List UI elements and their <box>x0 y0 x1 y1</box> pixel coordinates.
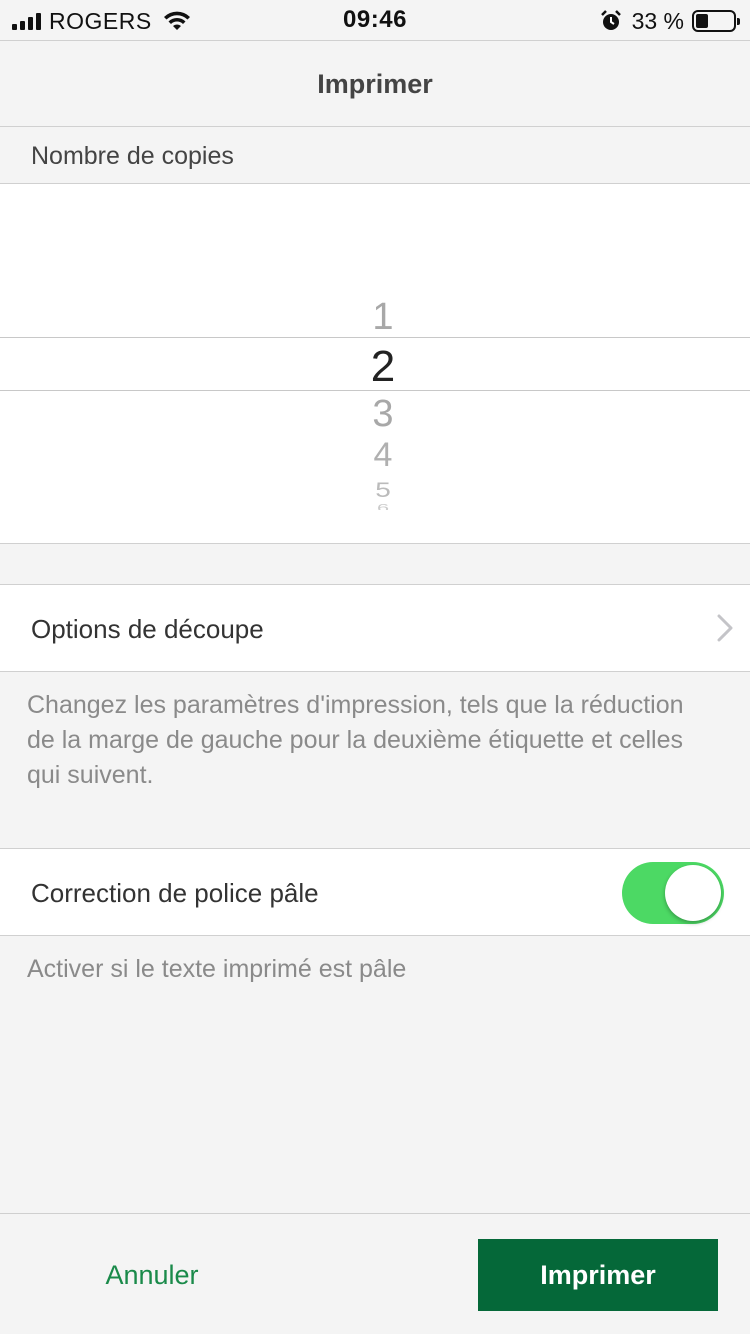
picker-option[interactable]: 5 <box>0 479 750 501</box>
cut-options-row[interactable]: Options de découpe <box>0 584 750 672</box>
battery-fill <box>696 14 708 28</box>
battery-percent: 33 % <box>631 7 684 34</box>
faint-font-label: Correction de police pâle <box>31 878 319 908</box>
status-right: 33 % <box>600 7 740 35</box>
battery-cap <box>737 18 740 25</box>
copies-header: Nombre de copies <box>31 142 234 170</box>
bottom-action-bar: Annuler Imprimer <box>0 1213 750 1334</box>
chevron-right-icon <box>717 614 733 642</box>
print-screen: ROGERS 09:46 33 % Imprimer Nombre de cop… <box>0 0 750 1334</box>
picker-option[interactable]: 4 <box>0 437 750 473</box>
print-button[interactable]: Imprimer <box>478 1239 718 1311</box>
faint-font-toggle[interactable] <box>622 862 724 924</box>
cancel-button[interactable]: Annuler <box>60 1239 244 1311</box>
picker-option[interactable]: 1 <box>0 297 750 337</box>
status-bar: ROGERS 09:46 33 % <box>0 0 750 40</box>
picker-option-selected[interactable]: 2 <box>0 343 750 391</box>
picker-option[interactable]: 3 <box>0 393 750 435</box>
page-title: Imprimer <box>0 40 750 127</box>
battery-icon <box>692 10 740 32</box>
faint-font-row: Correction de police pâle <box>0 848 750 936</box>
cut-options-label: Options de découpe <box>31 614 264 644</box>
faint-font-description: Activer si le texte imprimé est pâle <box>27 955 407 983</box>
copies-picker[interactable]: 1 2 3 4 5 6 <box>0 183 750 544</box>
alarm-icon <box>600 10 621 30</box>
picker-option[interactable]: 6 <box>0 504 750 510</box>
cut-options-description: Changez les paramètres d'impression, tel… <box>27 691 684 789</box>
toggle-knob <box>665 865 721 921</box>
